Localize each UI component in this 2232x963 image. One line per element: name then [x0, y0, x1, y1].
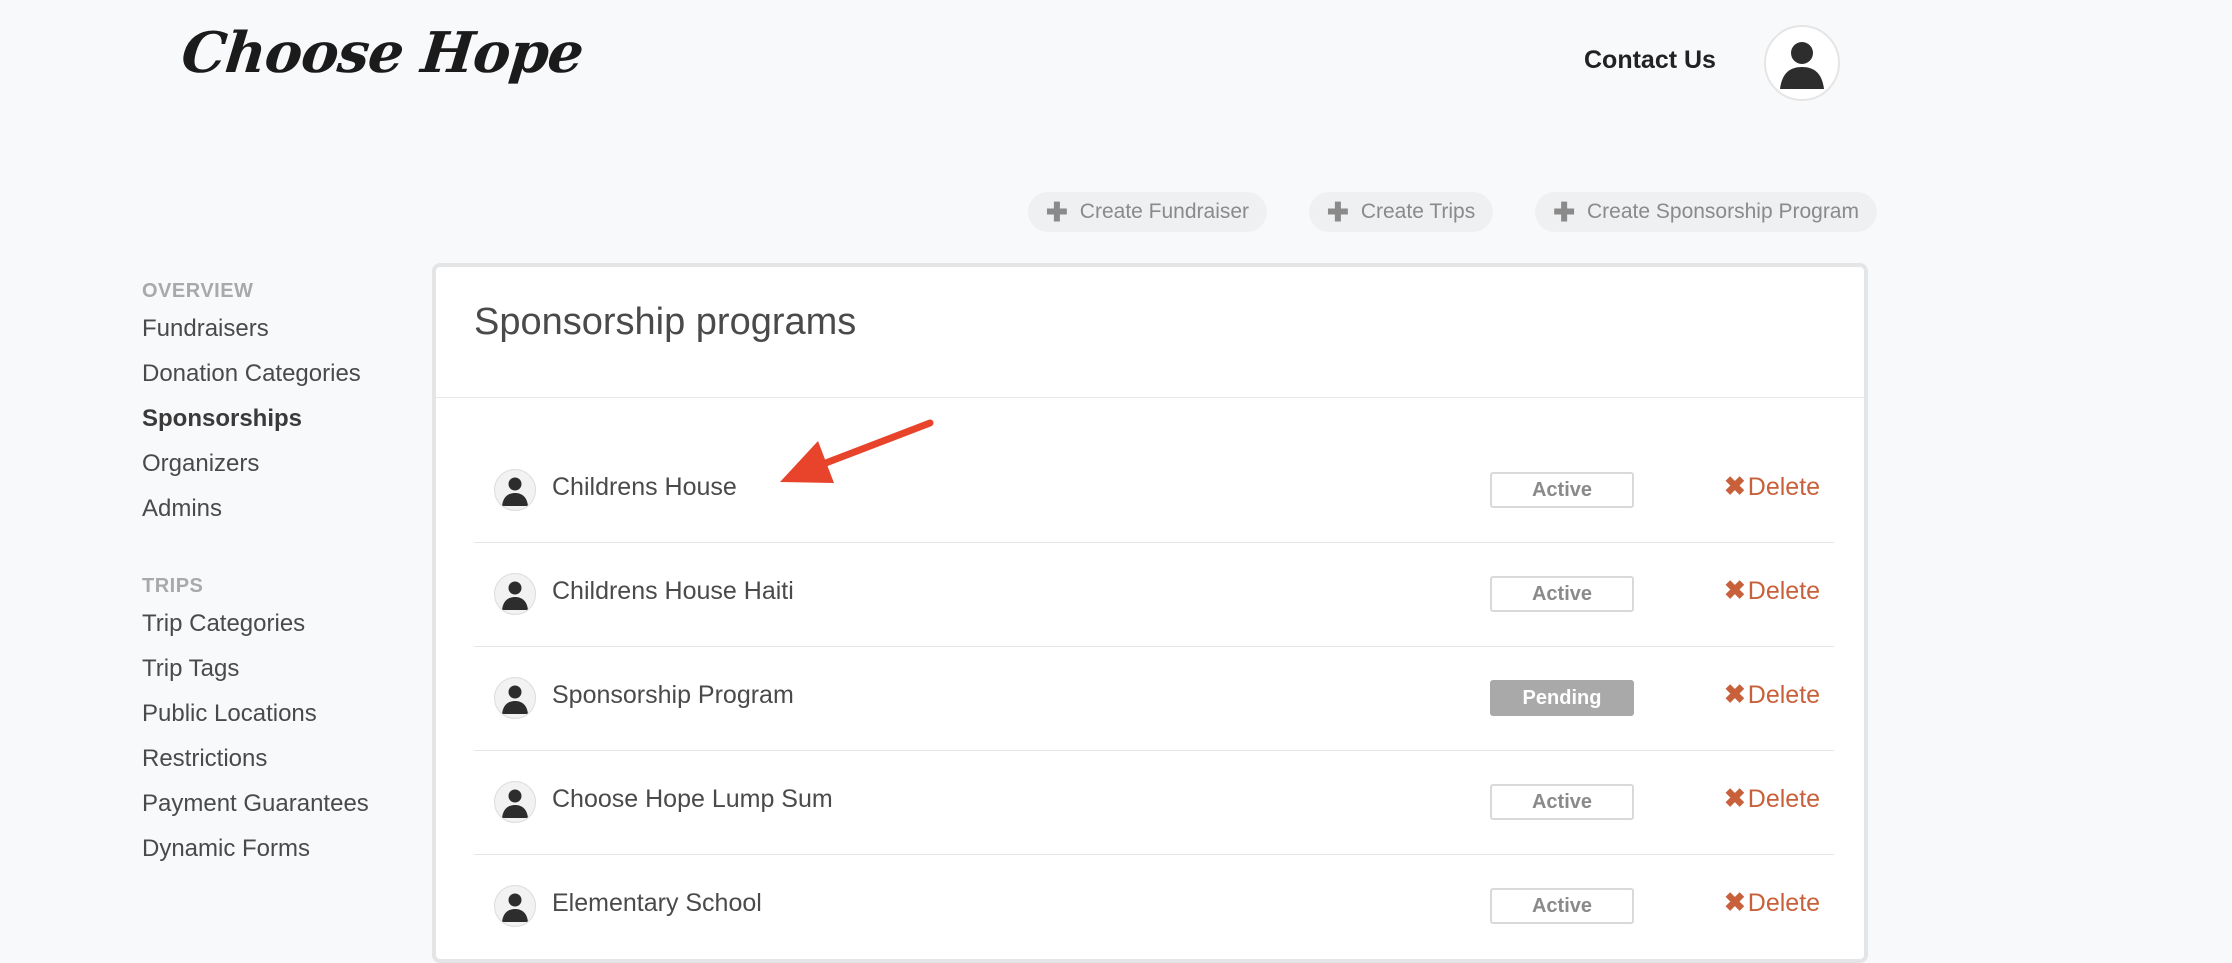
panel-divider [436, 397, 1864, 398]
sidebar-item-organizers[interactable]: Organizers [142, 441, 422, 486]
x-icon: ✖ [1724, 471, 1746, 501]
program-name-link[interactable]: Childrens House Haiti [552, 577, 794, 606]
person-icon [502, 893, 528, 922]
person-icon [502, 581, 528, 610]
status-badge: Active [1490, 472, 1634, 508]
person-icon [1780, 42, 1824, 89]
person-icon [502, 685, 528, 714]
create-trips-button[interactable]: ✚ Create Trips [1309, 192, 1494, 232]
x-icon: ✖ [1724, 575, 1746, 605]
delete-label: Delete [1747, 785, 1821, 813]
sidebar-nav: OVERVIEW Fundraisers Donation Categories… [142, 276, 422, 871]
delete-label: Delete [1747, 889, 1821, 917]
user-avatar[interactable] [1764, 25, 1840, 101]
sidebar-item-donation-categories[interactable]: Donation Categories [142, 351, 422, 396]
create-sponsorship-program-label: Create Sponsorship Program [1587, 200, 1859, 223]
plus-icon: ✚ [1046, 197, 1068, 227]
sidebar-item-public-locations[interactable]: Public Locations [142, 691, 422, 736]
delete-button[interactable]: ✖Delete [1724, 575, 1820, 606]
program-avatar[interactable] [494, 677, 536, 719]
person-icon [502, 789, 528, 818]
delete-button[interactable]: ✖Delete [1724, 471, 1820, 502]
x-icon: ✖ [1724, 887, 1746, 917]
delete-label: Delete [1747, 681, 1821, 709]
sidebar-item-payment-guarantees[interactable]: Payment Guarantees [142, 781, 422, 826]
program-avatar[interactable] [494, 469, 536, 511]
delete-label: Delete [1747, 577, 1821, 605]
create-fundraiser-button[interactable]: ✚ Create Fundraiser [1028, 192, 1268, 232]
sidebar-item-trip-tags[interactable]: Trip Tags [142, 646, 422, 691]
plus-icon: ✚ [1327, 197, 1349, 227]
x-icon: ✖ [1724, 679, 1746, 709]
page-title: Sponsorship programs [474, 301, 857, 343]
status-badge: Active [1490, 784, 1634, 820]
programs-list: Childrens House Active ✖Delete Childrens… [474, 439, 1834, 959]
create-sponsorship-program-button[interactable]: ✚ Create Sponsorship Program [1535, 192, 1877, 232]
delete-button[interactable]: ✖Delete [1724, 679, 1820, 710]
program-name-link[interactable]: Choose Hope Lump Sum [552, 785, 833, 814]
program-avatar[interactable] [494, 781, 536, 823]
program-row: Childrens House Active ✖Delete [474, 439, 1834, 543]
program-name-link[interactable]: Elementary School [552, 889, 762, 918]
create-trips-label: Create Trips [1360, 200, 1476, 223]
status-badge: Pending [1490, 680, 1634, 716]
brand-logo[interactable]: Choose Hope [179, 20, 587, 86]
sidebar-item-restrictions[interactable]: Restrictions [142, 736, 422, 781]
delete-button[interactable]: ✖Delete [1724, 783, 1820, 814]
program-row: Choose Hope Lump Sum Active ✖Delete [474, 751, 1834, 855]
program-row: Sponsorship Program Pending ✖Delete [474, 647, 1834, 751]
program-row: Elementary School Active ✖Delete [474, 855, 1834, 959]
program-avatar[interactable] [494, 885, 536, 927]
sponsorship-programs-panel: Sponsorship programs Childrens House Act… [432, 263, 1868, 963]
person-icon [502, 477, 528, 506]
program-name-link[interactable]: Sponsorship Program [552, 681, 794, 710]
plus-icon: ✚ [1553, 197, 1576, 227]
contact-us-link[interactable]: Contact Us [1584, 46, 1716, 75]
sidebar-heading-trips: TRIPS [142, 575, 204, 597]
sidebar-item-admins[interactable]: Admins [142, 486, 422, 531]
program-name-link[interactable]: Childrens House [552, 473, 737, 502]
sidebar-item-trip-categories[interactable]: Trip Categories [142, 601, 422, 646]
status-badge: Active [1490, 888, 1634, 924]
delete-label: Delete [1747, 473, 1821, 501]
program-avatar[interactable] [494, 573, 536, 615]
delete-button[interactable]: ✖Delete [1724, 887, 1820, 918]
create-fundraiser-label: Create Fundraiser [1079, 200, 1250, 223]
x-icon: ✖ [1724, 783, 1746, 813]
program-row: Childrens House Haiti Active ✖Delete [474, 543, 1834, 647]
sidebar-item-dynamic-forms[interactable]: Dynamic Forms [142, 826, 422, 871]
sidebar-heading-overview: OVERVIEW [142, 280, 254, 302]
sidebar-item-fundraisers[interactable]: Fundraisers [142, 306, 422, 351]
create-actions-bar: ✚ Create Fundraiser ✚ Create Trips ✚ Cre… [1028, 192, 1877, 232]
sidebar-item-sponsorships[interactable]: Sponsorships [142, 396, 422, 441]
status-badge: Active [1490, 576, 1634, 612]
